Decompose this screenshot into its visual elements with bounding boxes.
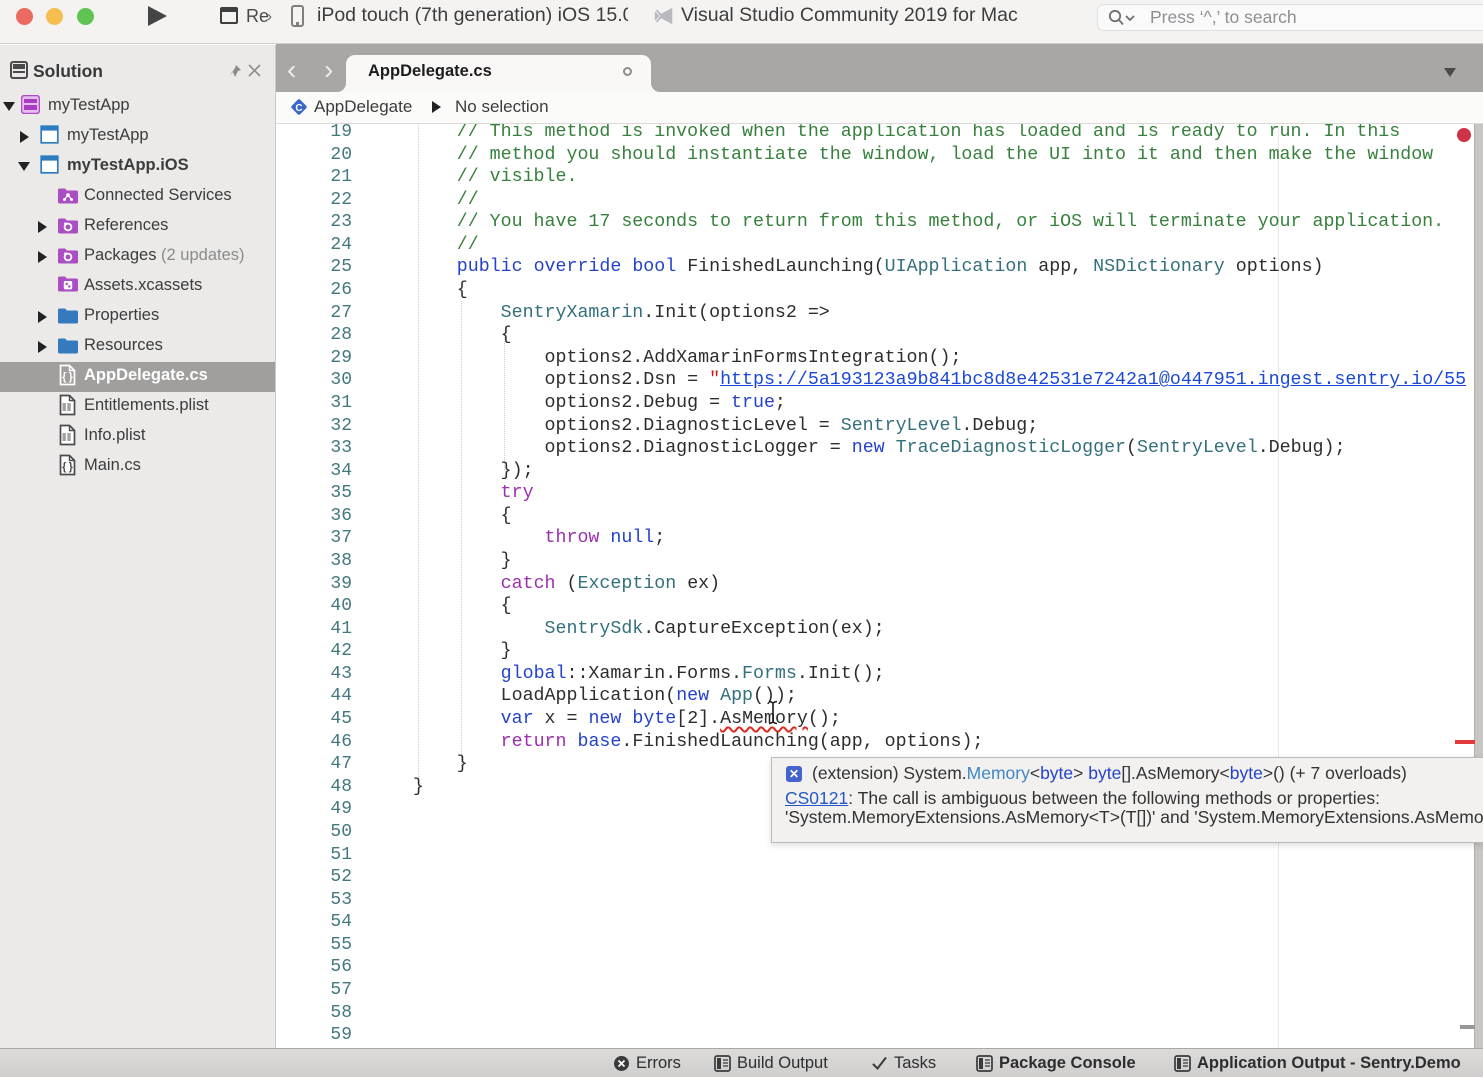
- svg-text:C: C: [295, 103, 302, 114]
- svg-text:{ }: { }: [62, 371, 73, 383]
- svg-text:{ }: { }: [62, 461, 73, 473]
